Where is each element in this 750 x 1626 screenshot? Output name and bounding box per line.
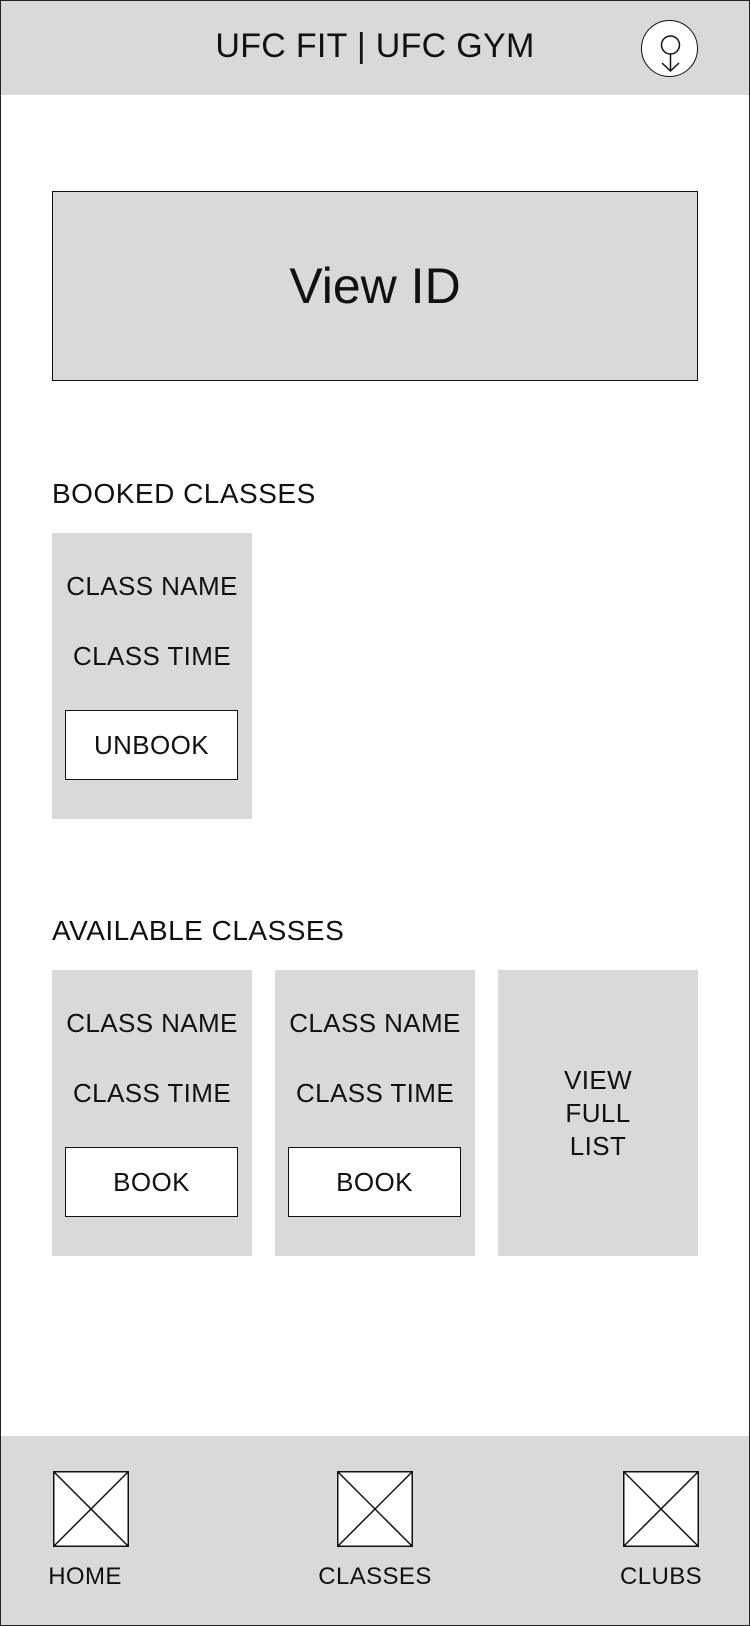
bottom-nav: HOME CLASSES CLUBS xyxy=(1,1436,749,1625)
nav-item-home[interactable]: HOME xyxy=(21,1471,161,1601)
nav-item-classes[interactable]: CLASSES xyxy=(305,1471,445,1601)
unbook-button-label: UNBOOK xyxy=(93,729,210,760)
nav-label-classes: CLASSES xyxy=(318,1563,432,1590)
image-placeholder-icon xyxy=(623,1471,699,1547)
class-time: CLASS TIME xyxy=(72,1078,232,1108)
class-name: CLASS NAME xyxy=(66,571,238,601)
view-full-list-label: VIEW FULL LIST xyxy=(563,1064,633,1161)
app-title: UFC FIT | UFC GYM xyxy=(215,27,535,65)
available-classes-heading: AVAILABLE CLASSES xyxy=(52,915,345,946)
class-name: CLASS NAME xyxy=(66,1008,238,1038)
nav-label-home: HOME xyxy=(48,1563,122,1590)
unbook-button[interactable]: UNBOOK xyxy=(65,710,238,780)
profile-button[interactable] xyxy=(641,20,698,77)
available-class-card: CLASS NAME CLASS TIME BOOK xyxy=(275,970,475,1256)
class-time: CLASS TIME xyxy=(295,1078,455,1108)
class-time: CLASS TIME xyxy=(72,641,232,671)
nav-item-clubs[interactable]: CLUBS xyxy=(591,1471,731,1601)
view-id-button[interactable]: View ID xyxy=(52,191,698,381)
nav-label-clubs: CLUBS xyxy=(619,1563,703,1590)
app-header: UFC FIT | UFC GYM xyxy=(1,1,749,95)
class-name: CLASS NAME xyxy=(289,1008,461,1038)
book-button[interactable]: BOOK xyxy=(288,1147,461,1217)
book-button-label: BOOK xyxy=(336,1166,413,1197)
book-button[interactable]: BOOK xyxy=(65,1147,238,1217)
booked-class-card: CLASS NAME CLASS TIME UNBOOK xyxy=(52,533,252,819)
view-id-label: View ID xyxy=(289,258,461,314)
available-class-card: CLASS NAME CLASS TIME BOOK xyxy=(52,970,252,1256)
book-button-label: BOOK xyxy=(113,1166,190,1197)
booked-classes-heading: BOOKED CLASSES xyxy=(52,478,316,509)
view-full-list-button[interactable]: VIEW FULL LIST xyxy=(498,970,698,1256)
user-profile-icon xyxy=(660,35,681,73)
image-placeholder-icon xyxy=(53,1471,129,1547)
image-placeholder-icon xyxy=(337,1471,413,1547)
